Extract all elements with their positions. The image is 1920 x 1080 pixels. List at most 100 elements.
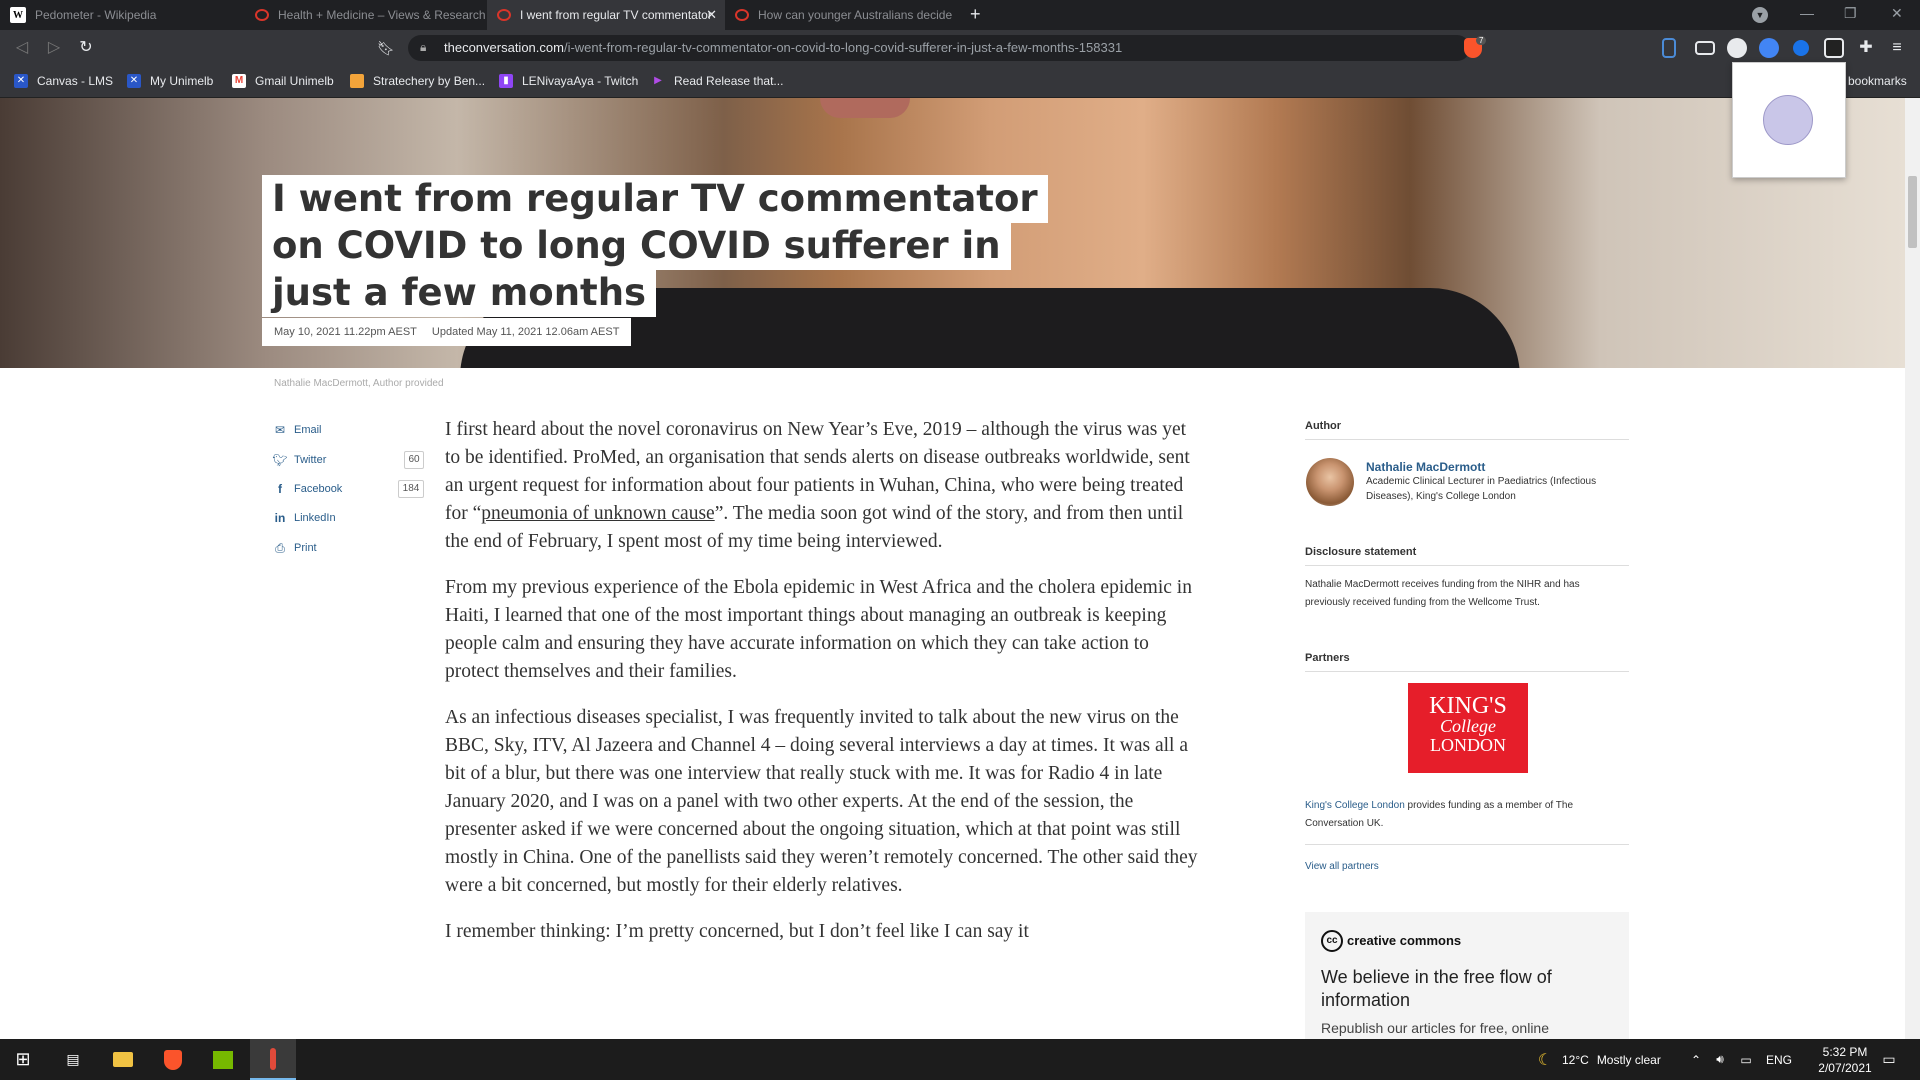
extensions-puzzle-icon[interactable]: ✚ xyxy=(1854,38,1878,58)
notifications-icon[interactable]: ▭ xyxy=(1874,1039,1904,1080)
author-name-link[interactable]: Nathalie MacDermott xyxy=(1366,460,1485,474)
cc-text: Republish our articles for free, online xyxy=(1321,1020,1550,1036)
chevron-up-icon[interactable]: ⌃ xyxy=(1688,1039,1704,1080)
bookmark-read-release[interactable]: ▶ Read Release that... xyxy=(651,71,783,91)
close-tab-icon[interactable]: ✕ xyxy=(706,7,717,23)
extension-bar-icon[interactable] xyxy=(1662,38,1676,58)
tab-active-article[interactable]: I went from regular TV commentator ✕ xyxy=(487,0,725,30)
release-icon: ▶ xyxy=(651,74,665,88)
bookmark-my-unimelb[interactable]: ✕ My Unimelb xyxy=(127,71,213,91)
weather-widget[interactable]: 12°C Mostly clear xyxy=(1562,1039,1672,1080)
author-role: Academic Clinical Lecturer in Paediatric… xyxy=(1366,476,1597,502)
lock-icon: 🔒︎ xyxy=(420,40,427,54)
share-facebook[interactable]: f Facebook xyxy=(272,481,342,497)
twitter-icon: 🐦︎ xyxy=(272,453,288,467)
grammar-extension-icon[interactable] xyxy=(1793,40,1809,56)
url-domain: theconversation.com xyxy=(444,40,564,55)
share-twitter[interactable]: 🐦︎ Twitter xyxy=(272,452,326,468)
gmail-icon: M xyxy=(232,74,246,88)
bookmark-canvas[interactable]: ✕ Canvas - LMS xyxy=(14,71,113,91)
scrollbar-thumb[interactable] xyxy=(1908,176,1917,248)
forward-icon[interactable]: ▷ xyxy=(42,38,66,58)
weather-desc: Mostly clear xyxy=(1596,1052,1661,1067)
volume-icon[interactable]: 🔊︎ xyxy=(1710,1039,1730,1080)
url-path: /i-went-from-regular-tv-commentator-on-c… xyxy=(563,40,1123,55)
tab-health-medicine[interactable]: Health + Medicine – Views & Research xyxy=(245,0,487,30)
windows-start-icon[interactable]: ⊞ xyxy=(0,1039,46,1080)
reader-extension-icon[interactable] xyxy=(1824,38,1844,58)
tab-search-icon[interactable]: ▼ xyxy=(1752,7,1768,23)
app-taskbar-icon[interactable] xyxy=(250,1039,296,1080)
restore-icon[interactable]: ❐ xyxy=(1844,5,1857,22)
reload-icon[interactable]: ↻ xyxy=(74,38,98,58)
file-explorer-icon[interactable] xyxy=(100,1039,146,1080)
network-icon[interactable]: ▭ xyxy=(1736,1039,1756,1080)
bookmark-stratechery[interactable]: Stratechery by Ben... xyxy=(350,71,485,91)
language-indicator[interactable]: ENG xyxy=(1764,1039,1794,1080)
creative-commons-logo: cc creative commons xyxy=(1321,930,1613,952)
close-window-icon[interactable]: ✕ xyxy=(1891,5,1903,22)
other-bookmarks[interactable]: bookmarks xyxy=(1848,71,1907,91)
minimize-icon[interactable]: — xyxy=(1800,5,1814,21)
cc-icon: cc xyxy=(1321,930,1343,952)
menu-icon[interactable]: ≡ xyxy=(1885,38,1909,58)
weather-temp: 12°C xyxy=(1562,1052,1589,1067)
tab-title: Health + Medicine – Views & Research xyxy=(278,8,486,22)
paragraph: From my previous experience of the Ebola… xyxy=(445,577,1192,682)
bookmark-page-icon[interactable]: 🔖︎ xyxy=(374,38,398,58)
address-bar[interactable]: 🔒︎ theconversation.com/i-went-from-regul… xyxy=(408,35,1470,61)
linkedin-icon: in xyxy=(274,511,286,525)
extension-grey-icon[interactable] xyxy=(1727,38,1747,58)
published-date: May 10, 2021 11.22pm AEST xyxy=(274,326,417,338)
article-dates: May 10, 2021 11.22pm AEST Updated May 11,… xyxy=(262,318,632,346)
disclosure-text: Nathalie MacDermott receives funding fro… xyxy=(1305,579,1580,608)
kcl-partner-link[interactable]: King's College London xyxy=(1305,800,1405,811)
tab-younger-australians[interactable]: How can younger Australians decide xyxy=(725,0,960,30)
tab-title: I went from regular TV commentator xyxy=(520,8,712,22)
wikipedia-icon: W xyxy=(10,7,26,23)
printer-icon: ⎙ xyxy=(275,540,285,555)
canvas-icon: ✕ xyxy=(14,74,28,88)
disclosure-heading: Disclosure statement xyxy=(1305,546,1417,558)
new-tab-icon[interactable]: + xyxy=(970,4,981,25)
back-icon[interactable]: ◁ xyxy=(10,38,34,58)
conversation-favicon xyxy=(497,9,511,21)
share-email[interactable]: ✉ Email xyxy=(272,422,322,438)
view-all-partners-link[interactable]: View all partners xyxy=(1305,858,1379,876)
article-body: I first heard about the novel coronaviru… xyxy=(445,416,1205,964)
conversation-favicon xyxy=(255,9,269,21)
cc-heading: We believe in the free flow of informati… xyxy=(1321,967,1552,1010)
stratechery-icon xyxy=(350,74,364,88)
tab-pedometer[interactable]: W Pedometer - Wikipedia xyxy=(0,0,245,30)
article-title: I went from regular TV commentator on CO… xyxy=(262,175,1092,317)
extension-popup xyxy=(1732,62,1846,178)
translate-extension-icon[interactable] xyxy=(1759,38,1779,58)
updated-date: Updated May 11, 2021 12.06am AEST xyxy=(431,326,620,338)
pneumonia-link[interactable]: pneumonia of unknown cause xyxy=(481,503,714,524)
author-avatar[interactable] xyxy=(1306,458,1354,506)
nvidia-icon[interactable] xyxy=(200,1039,246,1080)
page-scrollbar[interactable] xyxy=(1905,98,1920,1039)
conversation-favicon xyxy=(735,9,749,21)
clock-date: 2/07/2021 xyxy=(1818,1060,1872,1075)
image-caption: Nathalie MacDermott, Author provided xyxy=(274,378,444,389)
kings-college-logo[interactable]: KING'S College LONDON xyxy=(1408,683,1528,773)
clock-time: 5:32 PM xyxy=(1822,1044,1868,1059)
paragraph: As an infectious diseases specialist, I … xyxy=(445,707,1198,896)
bookmark-twitch[interactable]: ▮ LENivayaAya - Twitch xyxy=(499,71,638,91)
partners-heading: Partners xyxy=(1305,652,1350,664)
task-view-icon[interactable]: ▤ xyxy=(50,1039,96,1080)
tab-title: Pedometer - Wikipedia xyxy=(35,8,157,22)
brave-taskbar-icon[interactable] xyxy=(150,1039,196,1080)
tab-title: How can younger Australians decide xyxy=(758,8,953,22)
loading-circle-icon xyxy=(1763,95,1813,145)
share-linkedin[interactable]: in LinkedIn xyxy=(272,510,336,526)
moon-weather-icon: ☾ xyxy=(1537,1051,1553,1069)
facebook-icon: f xyxy=(278,482,282,496)
share-print[interactable]: ⎙ Print xyxy=(272,540,316,556)
creative-commons-box: cc creative commons We believe in the fre… xyxy=(1305,912,1629,1060)
bookmark-gmail[interactable]: M Gmail Unimelb xyxy=(232,71,334,91)
twitch-icon: ▮ xyxy=(499,74,513,88)
extension-window-icon[interactable] xyxy=(1695,41,1715,55)
unimelb-icon: ✕ xyxy=(127,74,141,88)
